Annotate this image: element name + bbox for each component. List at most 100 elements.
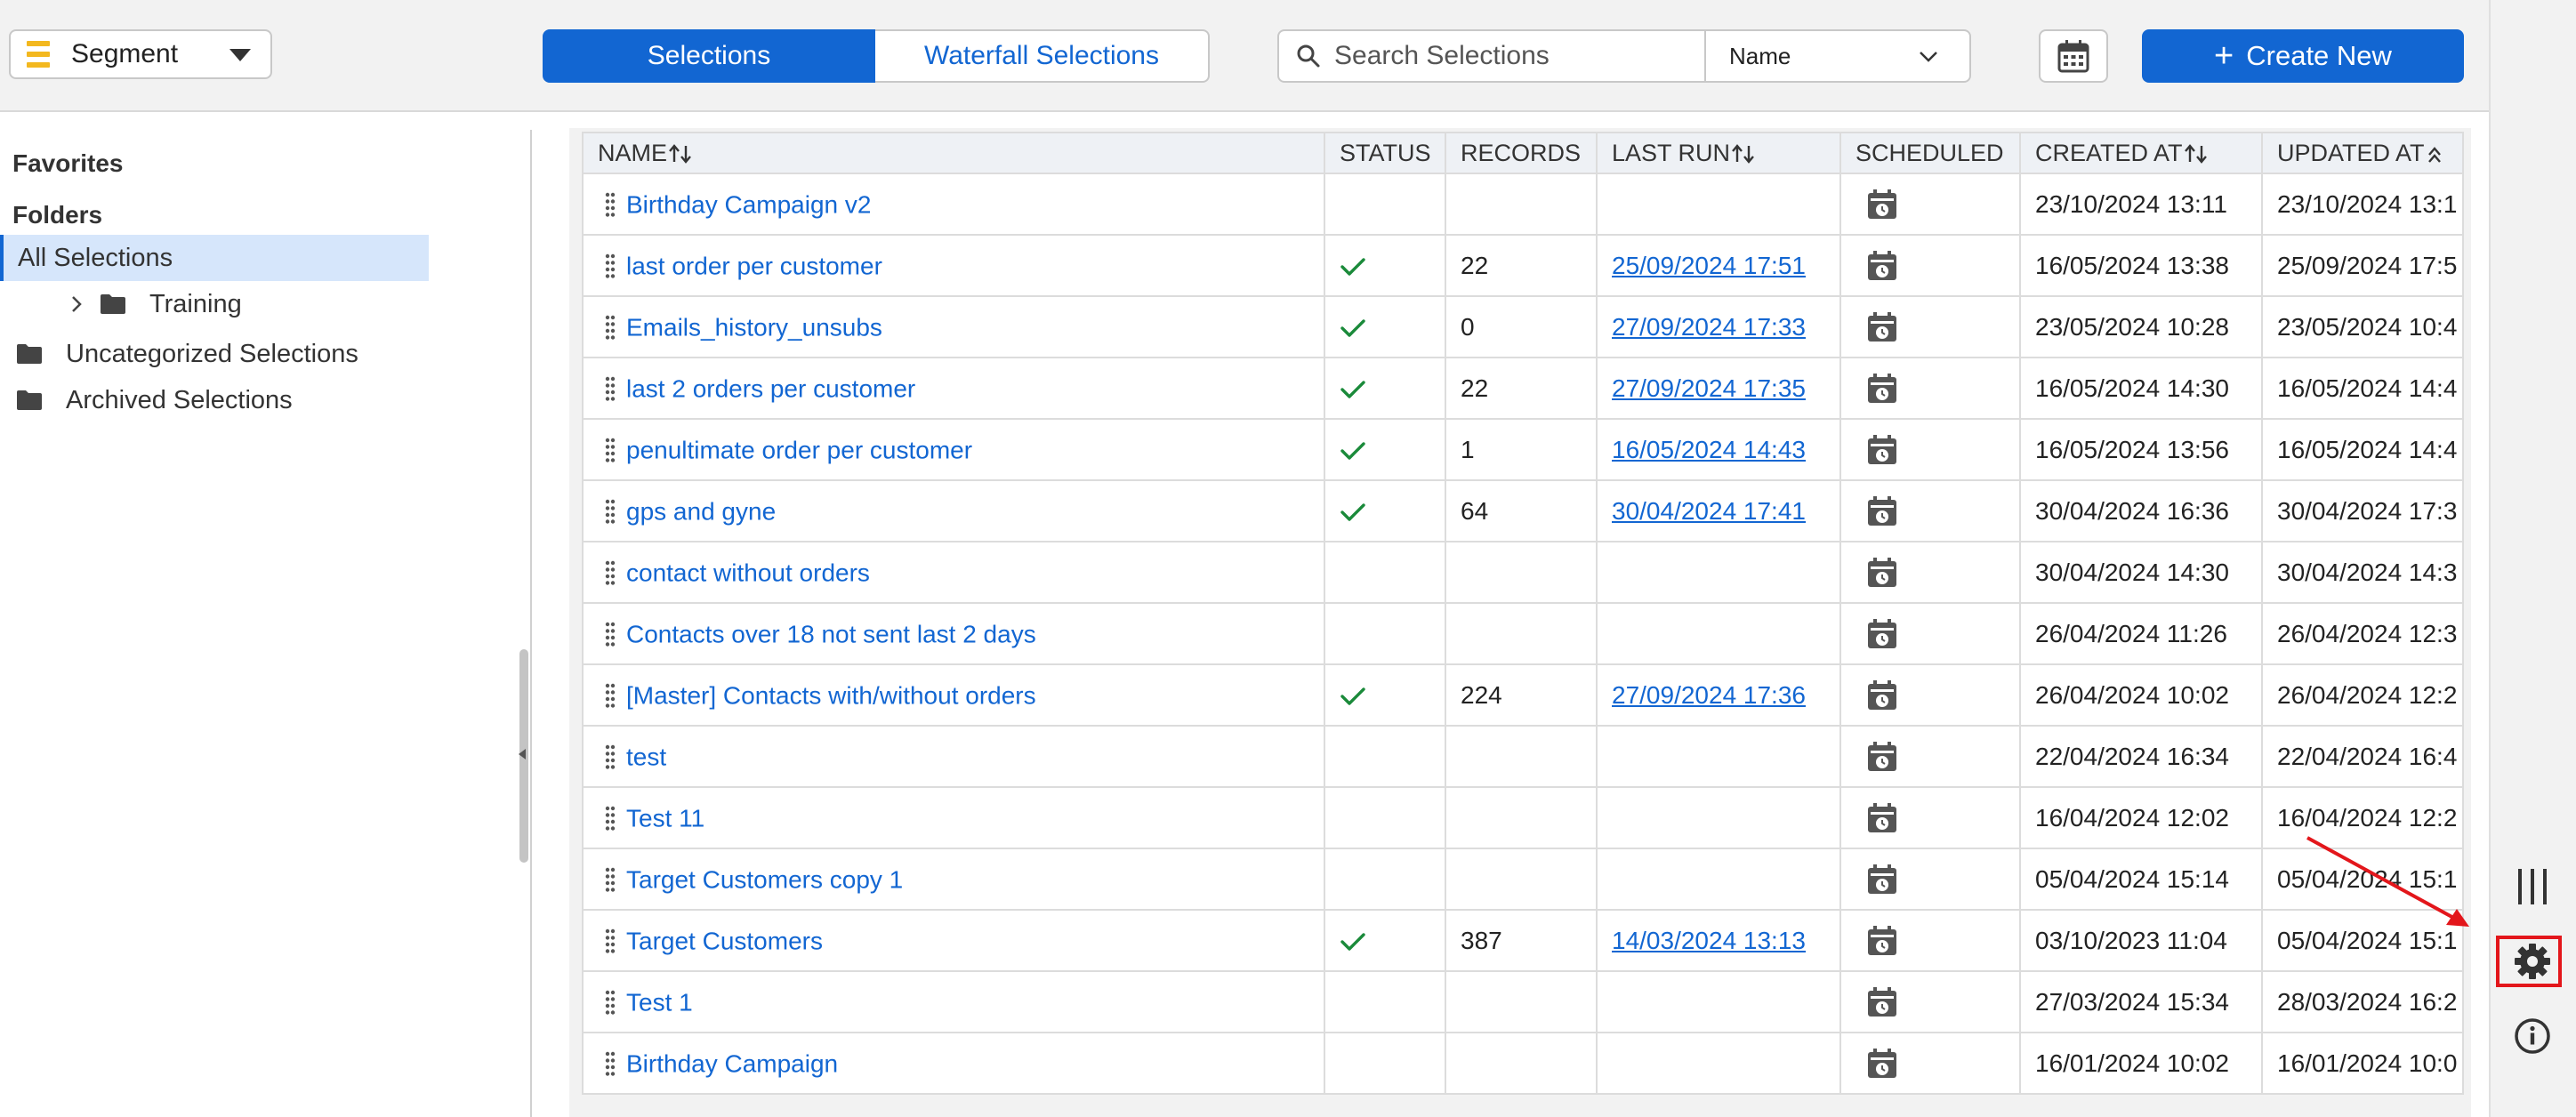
schedule-icon[interactable] xyxy=(1866,1048,1898,1080)
sidebar-item-training[interactable]: Training xyxy=(69,286,242,322)
last-run-link[interactable]: 27/09/2024 17:35 xyxy=(1612,374,1806,402)
search-field-select[interactable]: Name xyxy=(1706,31,1969,81)
cell-created-at: 27/03/2024 15:34 xyxy=(2019,970,2263,1033)
last-run-link[interactable]: 27/09/2024 17:33 xyxy=(1612,313,1806,341)
create-new-button[interactable]: + Create New xyxy=(2142,29,2464,83)
drag-handle-icon[interactable] xyxy=(605,867,616,892)
cell-updated-at: 30/04/2024 17:3 xyxy=(2261,479,2464,542)
table-row[interactable]: Test 11 16/04/2024 12:02 16/04/2024 12:2 xyxy=(582,786,2464,849)
drag-handle-icon[interactable] xyxy=(605,438,616,462)
schedule-icon[interactable] xyxy=(1866,189,1898,221)
selection-name-link[interactable]: Emails_history_unsubs xyxy=(626,313,882,341)
columns-icon[interactable] xyxy=(2508,863,2556,911)
schedule-icon[interactable] xyxy=(1866,311,1898,343)
schedule-icon[interactable] xyxy=(1866,557,1898,589)
table-row[interactable]: Birthday Campaign 16/01/2024 10:02 16/01/2… xyxy=(582,1032,2464,1095)
drag-handle-icon[interactable] xyxy=(605,192,616,217)
drag-handle-icon[interactable] xyxy=(605,315,616,340)
column-header-name[interactable]: NAME xyxy=(582,132,1325,174)
drag-handle-icon[interactable] xyxy=(605,744,616,769)
tab-selections[interactable]: Selections xyxy=(543,29,875,83)
column-header-updated-at[interactable]: UPDATED AT xyxy=(2261,132,2464,174)
sort-icon[interactable] xyxy=(667,142,694,165)
tab-waterfall-selections[interactable]: Waterfall Selections xyxy=(875,29,1210,83)
drag-handle-icon[interactable] xyxy=(605,990,616,1015)
drag-handle-icon[interactable] xyxy=(605,806,616,831)
schedule-icon[interactable] xyxy=(1866,373,1898,405)
selection-name-link[interactable]: Test 11 xyxy=(626,804,704,832)
selection-name-link[interactable]: Birthday Campaign v2 xyxy=(626,190,871,218)
schedule-icon[interactable] xyxy=(1866,741,1898,773)
table-row[interactable]: Test 1 27/03/2024 15:34 28/03/2024 16:2 xyxy=(582,970,2464,1033)
schedule-icon[interactable] xyxy=(1866,679,1898,711)
schedule-icon[interactable] xyxy=(1866,618,1898,650)
cell-updated-at: 23/10/2024 13:1 xyxy=(2261,173,2464,236)
selection-name-link[interactable]: test xyxy=(626,743,666,770)
sort-icon[interactable] xyxy=(1730,142,1757,165)
last-run-link[interactable]: 27/09/2024 17:36 xyxy=(1612,681,1806,709)
drag-handle-icon[interactable] xyxy=(605,376,616,401)
sidebar-item-archived[interactable]: Archived Selections xyxy=(16,382,293,418)
gear-icon[interactable] xyxy=(2508,937,2556,985)
drag-handle-icon[interactable] xyxy=(605,499,616,524)
selection-name-link[interactable]: last order per customer xyxy=(626,252,882,279)
selection-name-link[interactable]: contact without orders xyxy=(626,558,870,586)
cell-last-run xyxy=(1596,786,1841,849)
table-row[interactable]: penultimate order per customer 1 16/05/202… xyxy=(582,418,2464,481)
drag-handle-icon[interactable] xyxy=(605,560,616,585)
selection-name-link[interactable]: Target Customers copy 1 xyxy=(626,865,903,893)
table-row[interactable]: test 22/04/2024 16:34 22/04/2024 16:4 xyxy=(582,725,2464,788)
table-row[interactable]: last 2 orders per customer 22 27/09/2024 1… xyxy=(582,357,2464,420)
schedule-icon[interactable] xyxy=(1866,802,1898,834)
chevron-right-icon[interactable] xyxy=(69,294,84,314)
cell-records xyxy=(1445,173,1598,236)
schedule-icon[interactable] xyxy=(1866,864,1898,896)
sidebar-item-uncategorized[interactable]: Uncategorized Selections xyxy=(16,336,358,372)
sidebar-item-all-selections[interactable]: All Selections xyxy=(0,235,429,281)
cell-name: [Master] Contacts with/without orders xyxy=(582,663,1325,727)
last-run-link[interactable]: 25/09/2024 17:51 xyxy=(1612,252,1806,279)
schedule-icon[interactable] xyxy=(1866,495,1898,527)
table-row[interactable]: Birthday Campaign v2 23/10/2024 13:11 23/1… xyxy=(582,173,2464,236)
table-row[interactable]: [Master] Contacts with/without orders 224… xyxy=(582,663,2464,727)
schedule-icon[interactable] xyxy=(1866,986,1898,1018)
selection-name-link[interactable]: Birthday Campaign xyxy=(626,1049,838,1077)
selection-name-link[interactable]: Target Customers xyxy=(626,927,823,954)
schedule-icon[interactable] xyxy=(1866,925,1898,957)
drag-handle-icon[interactable] xyxy=(605,683,616,708)
table-row[interactable]: Contacts over 18 not sent last 2 days 26/… xyxy=(582,602,2464,665)
cell-updated-at: 16/05/2024 14:4 xyxy=(2261,418,2464,481)
table-row[interactable]: last order per customer 22 25/09/2024 17:5… xyxy=(582,234,2464,297)
table-row[interactable]: Emails_history_unsubs 0 27/09/2024 17:33 23… xyxy=(582,295,2464,358)
selection-name-link[interactable]: gps and gyne xyxy=(626,497,776,525)
table-row[interactable]: Target Customers copy 1 05/04/2024 15:14 0… xyxy=(582,848,2464,911)
table-row[interactable]: contact without orders 30/04/2024 14:30 30… xyxy=(582,541,2464,604)
sort-icon[interactable] xyxy=(2425,142,2451,165)
drag-handle-icon[interactable] xyxy=(605,928,616,953)
selection-name-link[interactable]: [Master] Contacts with/without orders xyxy=(626,681,1036,709)
cell-created-at: 30/04/2024 14:30 xyxy=(2019,541,2263,604)
selection-name-link[interactable]: Contacts over 18 not sent last 2 days xyxy=(626,620,1036,647)
cell-updated-at: 05/04/2024 15:1 xyxy=(2261,909,2464,972)
table-row[interactable]: Target Customers 387 14/03/2024 13:13 03/10… xyxy=(582,909,2464,972)
last-run-link[interactable]: 30/04/2024 17:41 xyxy=(1612,497,1806,525)
selection-name-link[interactable]: penultimate order per customer xyxy=(626,436,972,463)
table-row[interactable]: gps and gyne 64 30/04/2024 17:41 30/04/2024… xyxy=(582,479,2464,542)
segment-dropdown[interactable]: Segment xyxy=(9,29,272,79)
selection-name-link[interactable]: Test 1 xyxy=(626,988,693,1016)
drag-handle-icon[interactable] xyxy=(605,622,616,647)
drag-handle-icon[interactable] xyxy=(605,1051,616,1076)
collapse-arrow-icon[interactable] xyxy=(519,749,526,759)
column-header-last-run[interactable]: LAST RUN xyxy=(1596,132,1841,174)
selection-name-link[interactable]: last 2 orders per customer xyxy=(626,374,915,402)
calendar-button[interactable] xyxy=(2039,29,2108,83)
sort-icon[interactable] xyxy=(2183,142,2210,165)
last-run-link[interactable]: 16/05/2024 14:43 xyxy=(1612,436,1806,463)
last-run-link[interactable]: 14/03/2024 13:13 xyxy=(1612,927,1806,954)
schedule-icon[interactable] xyxy=(1866,250,1898,282)
search-input[interactable] xyxy=(1332,40,1727,72)
info-icon[interactable] xyxy=(2508,1012,2556,1060)
column-header-created-at[interactable]: CREATED AT xyxy=(2019,132,2263,174)
schedule-icon[interactable] xyxy=(1866,434,1898,466)
drag-handle-icon[interactable] xyxy=(605,253,616,278)
